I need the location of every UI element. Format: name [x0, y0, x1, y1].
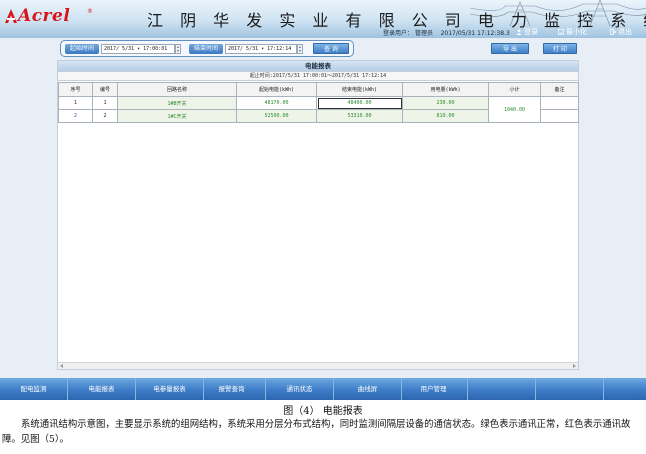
table-row[interactable]: 1 1 1#B开关 48170.00 48400.00 230.00 1040.…: [58, 96, 579, 123]
user-info: 登录用户： 管理员 2017/05/31 17:12:38.3: [383, 28, 510, 37]
start-time-input[interactable]: 2017/ 5/31 ▾ 17:00:01: [101, 44, 175, 54]
nav-alarm-query[interactable]: 报警查询: [198, 378, 266, 400]
login-label: 登录: [524, 28, 538, 36]
cell-seq: 2: [58, 109, 93, 123]
cell-circuit-name: 1#B开关: [117, 96, 237, 110]
nav-empty-slot[interactable]: [468, 378, 536, 400]
end-time-label: 结束时间: [189, 44, 223, 54]
nav-comm-status[interactable]: 通讯状态: [266, 378, 334, 400]
user-icon: [516, 28, 522, 35]
cell-remark: [540, 109, 579, 123]
nav-empty-slot[interactable]: [604, 378, 646, 400]
end-time-spinner[interactable]: [297, 44, 303, 54]
start-time-spinner[interactable]: [175, 44, 181, 54]
nav-curve-screen[interactable]: 曲线屏: [334, 378, 402, 400]
cell-start-energy: 52500.00: [236, 109, 317, 123]
bottom-navigation: 配电监测 电能报表 电参量报表 报警查询 通讯状态 曲线屏 用户管理: [0, 378, 646, 400]
cell-remark: [540, 96, 579, 110]
user-name: 管理员: [414, 30, 433, 37]
export-button[interactable]: 导 出: [491, 43, 529, 54]
cell-code: 2: [92, 109, 118, 123]
column-header: 序号: [58, 82, 93, 97]
scroll-left-icon[interactable]: [60, 364, 63, 368]
login-button[interactable]: 登录: [516, 27, 538, 37]
scroll-right-icon[interactable]: [573, 364, 576, 368]
query-button[interactable]: 查 询: [313, 43, 349, 54]
column-header: 起始电能(kWh): [236, 82, 317, 97]
cell-usage: 810.00: [402, 109, 489, 123]
logo-text: Acrel: [18, 6, 71, 26]
column-header: 结束电能(kWh): [316, 82, 403, 97]
cell-code: 1: [92, 96, 118, 110]
column-header: 回路名称: [117, 82, 237, 97]
logo-registered-mark: ®: [87, 8, 93, 15]
app-window: Acrel ® 江 阴 华 发 实 业 有 限 公 司 电 力 监 控 系 统 …: [0, 0, 646, 400]
column-header: 编号: [92, 82, 118, 97]
print-button[interactable]: 打 印: [543, 43, 577, 54]
cell-subtotal: 1040.00: [488, 96, 541, 123]
horizontal-scrollbar[interactable]: [58, 362, 578, 369]
acrel-logo-icon: [5, 9, 17, 23]
cell-start-energy: 48170.00: [236, 96, 317, 110]
nav-distribution-monitoring[interactable]: 配电监测: [0, 378, 68, 400]
end-time-input[interactable]: 2017/ 5/31 ▾ 17:12:14: [225, 44, 297, 54]
column-header: 小计: [488, 82, 541, 97]
start-time-label: 起始时间: [65, 44, 99, 54]
nav-user-management[interactable]: 用户管理: [400, 378, 468, 400]
user-label: 登录用户：: [383, 30, 414, 37]
exit-button[interactable]: 退出: [610, 27, 632, 37]
description-paragraph: 系统通讯结构示意图，主要显示系统的组网结构，系统采用分层分布式结构，同时监测间隔…: [2, 419, 631, 445]
energy-report-table: 序号 编号 回路名称 起始电能(kWh) 结束电能(kWh) 用电量(kWh) …: [58, 82, 579, 123]
header-bar: Acrel ® 江 阴 华 发 实 业 有 限 公 司 电 力 监 控 系 统 …: [0, 0, 646, 38]
report-title: 电能报表: [58, 61, 578, 71]
report-time-range: 起止时间:2017/5/31 17:00:01～2017/5/31 17:12:…: [58, 71, 578, 81]
column-header: 备注: [540, 82, 579, 97]
exit-label: 退出: [618, 28, 632, 36]
minimize-icon: [558, 28, 564, 35]
company-logo: Acrel ®: [4, 5, 96, 27]
table-header-row: 序号 编号 回路名称 起始电能(kWh) 结束电能(kWh) 用电量(kWh) …: [58, 82, 579, 97]
cell-circuit-name: 1#C开关: [117, 109, 237, 123]
cell-end-energy: 53310.00: [316, 109, 403, 123]
energy-report-panel: 电能报表 起止时间:2017/5/31 17:00:01～2017/5/31 1…: [57, 60, 579, 370]
query-toolbar: 起始时间 2017/ 5/31 ▾ 17:00:01 结束时间 2017/ 5/…: [60, 40, 354, 57]
exit-icon: [610, 28, 616, 35]
cell-end-energy[interactable]: 48400.00: [316, 96, 403, 110]
cell-usage: 230.00: [402, 96, 489, 110]
nav-energy-report[interactable]: 电能报表: [68, 378, 136, 400]
figure-caption: 图（4） 电能报表: [283, 406, 363, 417]
nav-empty-slot[interactable]: [536, 378, 604, 400]
nav-parameter-report[interactable]: 电参量报表: [136, 378, 204, 400]
cell-seq: 1: [58, 96, 93, 110]
minimize-label: 最小化: [566, 28, 587, 36]
column-header: 用电量(kWh): [402, 82, 489, 97]
minimize-button[interactable]: 最小化: [558, 27, 587, 37]
current-datetime: 2017/05/31 17:12:38.3: [440, 30, 510, 37]
